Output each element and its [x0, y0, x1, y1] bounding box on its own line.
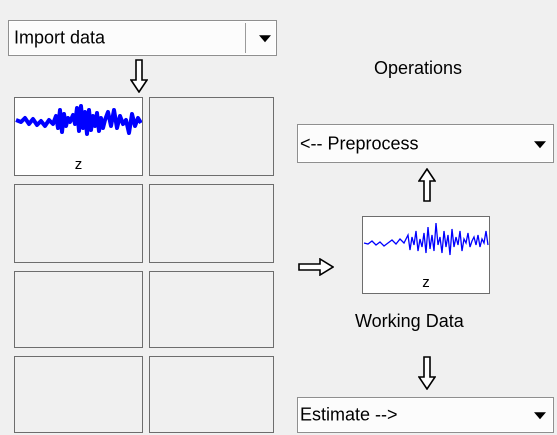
signal-plot [363, 222, 489, 256]
import-data-dropdown[interactable]: Import data [8, 20, 277, 56]
chevron-down-icon[interactable] [534, 412, 546, 420]
arrow-up-icon [418, 168, 436, 202]
arrow-down-icon [130, 59, 148, 93]
data-slot-1[interactable]: z [14, 97, 143, 176]
data-slot-6[interactable] [149, 271, 274, 348]
data-slot-2[interactable] [149, 97, 274, 176]
data-slot-7[interactable] [14, 356, 143, 433]
chevron-down-icon[interactable] [259, 35, 271, 43]
data-slot-3[interactable] [14, 184, 143, 263]
data-slot-4[interactable] [149, 184, 274, 263]
chevron-down-icon[interactable] [534, 140, 546, 148]
signal-plot [15, 104, 142, 136]
dropdown-separator [245, 23, 246, 53]
slot-channel-label: z [74, 156, 83, 173]
working-data-caption: Working Data [355, 311, 464, 331]
data-slot-8[interactable] [149, 356, 274, 433]
preprocess-label: <-- Preprocess [300, 133, 419, 153]
working-data-slot[interactable]: z [362, 216, 490, 294]
estimate-label: Estimate --> [300, 404, 398, 425]
estimate-dropdown[interactable]: Estimate --> [297, 397, 554, 433]
working-channel-label: z [422, 274, 430, 291]
arrow-down-icon [418, 356, 436, 390]
import-data-label: Import data [14, 27, 106, 48]
data-slot-5[interactable] [14, 271, 143, 348]
arrow-right-icon [298, 258, 334, 276]
operations-title: Operations [374, 58, 463, 78]
preprocess-dropdown[interactable]: <-- Preprocess [297, 124, 554, 163]
